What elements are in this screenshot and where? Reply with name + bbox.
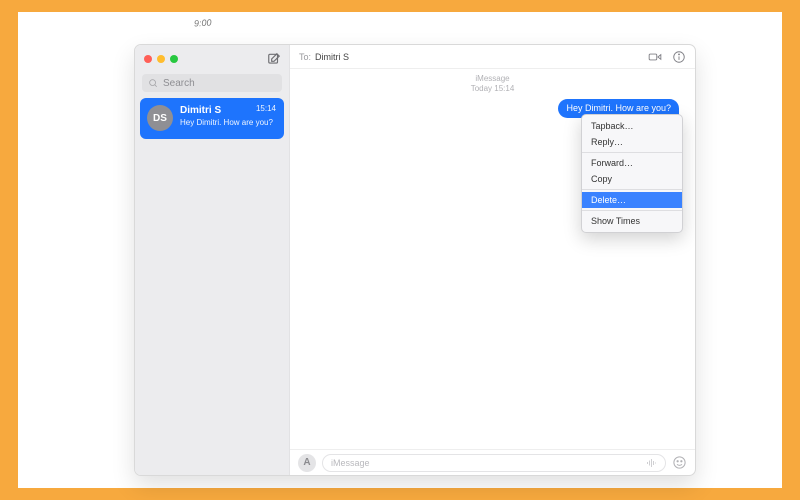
message-context-menu: Tapback…Reply… Forward…Copy Delete… Show Ti… [581,114,683,233]
sidebar-top [135,45,289,70]
conversation-row[interactable]: DS Dimitri S Hey Dimitri. How are you? 1… [140,98,284,139]
search-placeholder: Search [163,78,195,89]
avatar: DS [147,105,173,131]
dictation-icon[interactable] [645,457,657,469]
context-menu-item-reply[interactable]: Reply… [582,134,682,150]
search-icon [148,78,158,88]
menubar-clock: 9:00 [194,18,212,29]
fullscreen-window-button[interactable] [170,55,178,63]
details-button[interactable] [672,50,686,64]
message-thread: iMessage Today 15:14 Hey Dimitri. How ar… [290,69,695,449]
search-input[interactable]: Search [142,74,282,92]
desktop-stage: 9:00 VPN Search [18,12,782,488]
context-menu-item-forward[interactable]: Forward… [582,155,682,171]
compose-button[interactable] [267,52,281,66]
window-controls [144,55,178,63]
conversation-time: 15:14 [256,104,276,113]
context-menu-item-tapback[interactable]: Tapback… [582,118,682,134]
context-menu-separator [582,210,682,211]
conversation-header: To: Dimitri S [290,45,695,69]
input-bar: A iMessage [290,449,695,475]
context-menu-item-show-times[interactable]: Show Times [582,213,682,229]
messages-window: Search DS Dimitri S Hey Dimitri. How are… [134,44,696,476]
context-menu-separator [582,152,682,153]
emoji-button[interactable] [672,455,687,470]
context-menu-item-copy[interactable]: Copy [582,171,682,187]
conversation-pane: To: Dimitri S iMessage Today 15:1 [290,45,695,475]
minimize-window-button[interactable] [157,55,165,63]
context-menu-separator [582,189,682,190]
close-window-button[interactable] [144,55,152,63]
sidebar: Search DS Dimitri S Hey Dimitri. How are… [135,45,290,475]
to-label: To: [299,52,311,62]
apps-button[interactable]: A [298,454,316,472]
facetime-button[interactable] [648,50,662,64]
message-input[interactable]: iMessage [322,454,666,472]
message-input-placeholder: iMessage [331,458,370,468]
conversation-preview: Hey Dimitri. How are you? [180,117,277,128]
thread-time-header: iMessage Today 15:14 [290,69,695,94]
context-menu-item-delete[interactable]: Delete… [582,192,682,208]
recipient-name: Dimitri S [315,52,349,62]
